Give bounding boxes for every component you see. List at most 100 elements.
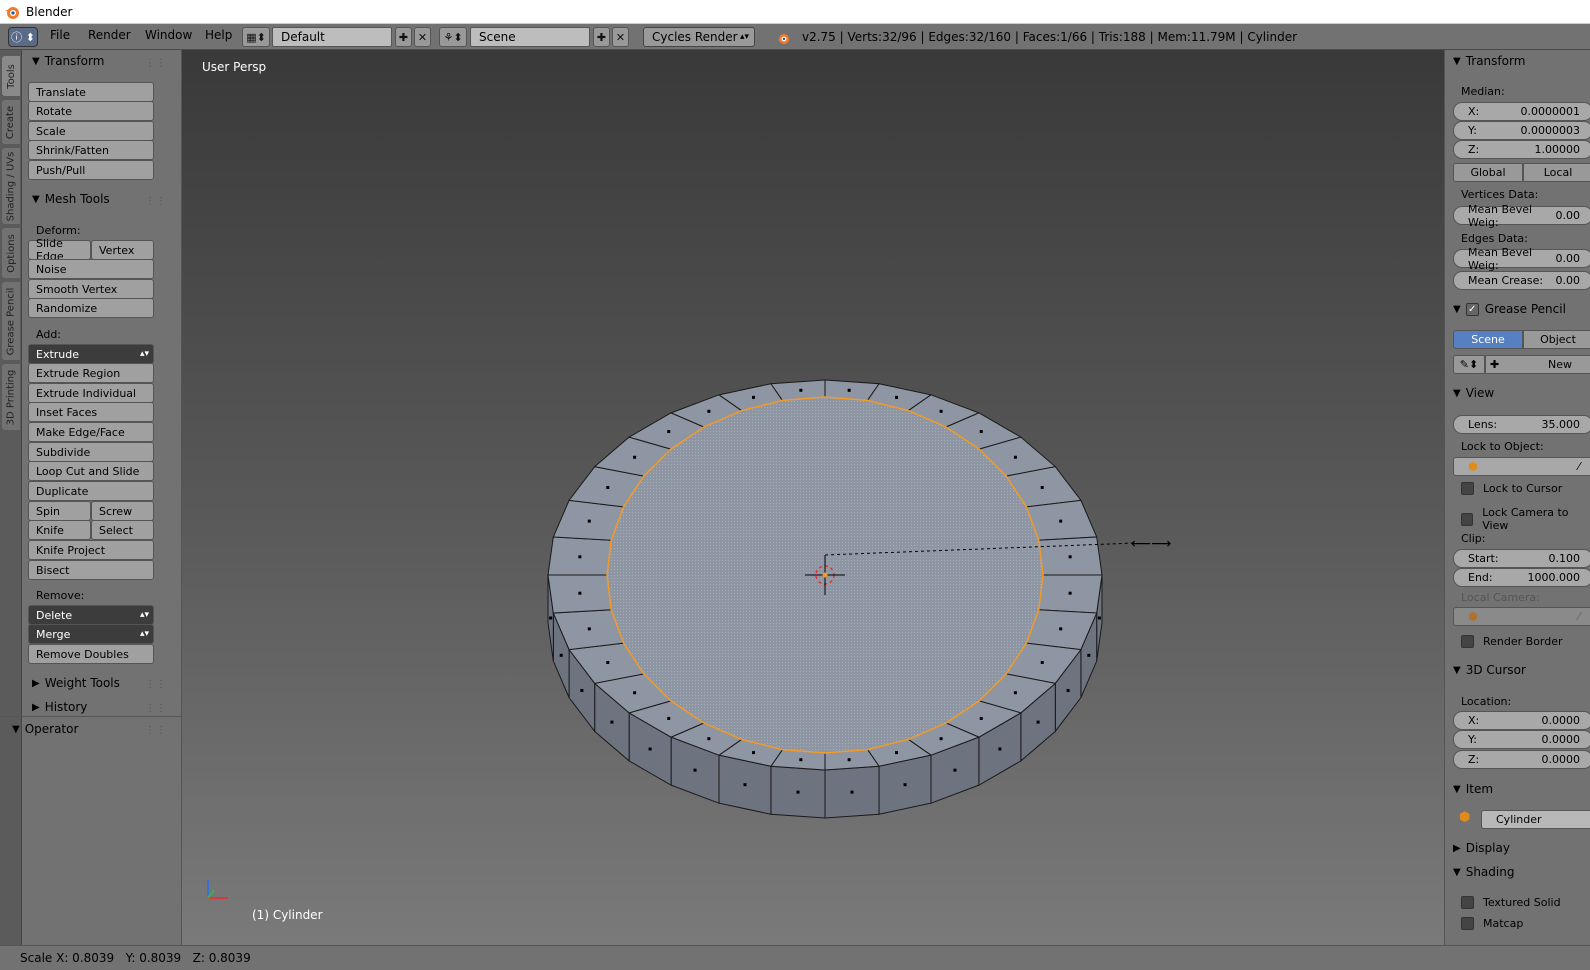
tab-create[interactable]: Create (2, 100, 20, 144)
transform-panel-header[interactable]: ▼ Transform (32, 54, 104, 68)
menu-window[interactable]: Window (145, 28, 192, 42)
display-panel-header[interactable]: ▶ Display (1453, 841, 1510, 855)
tab-3d-printing[interactable]: 3D Printing (2, 364, 20, 430)
drag-handle-icon[interactable]: ⋮⋮ (145, 58, 167, 69)
eyedropper-icon: ⁄ (1578, 460, 1580, 473)
lock-to-cursor-checkbox[interactable]: Lock to Cursor (1461, 482, 1562, 495)
delete-dropdown[interactable]: Delete ▴▾ (28, 605, 154, 625)
clip-start-field[interactable]: Start: 0.100 (1453, 549, 1590, 568)
inset-faces-button[interactable]: Inset Faces (28, 402, 154, 422)
gp-new-button[interactable]: ✚ New (1485, 355, 1590, 374)
shrink-fatten-button[interactable]: Shrink/Fatten (28, 140, 154, 160)
scene-name-field[interactable]: Scene (470, 27, 590, 47)
operator-panel-header[interactable]: ▼ Operator (12, 722, 78, 736)
scale-button[interactable]: Scale (28, 121, 154, 141)
object-cube-icon: ⬢ (1468, 610, 1478, 623)
cursor-x-field[interactable]: X: 0.0000 (1453, 711, 1590, 730)
local-toggle[interactable]: Local (1523, 163, 1590, 182)
push-pull-button[interactable]: Push/Pull (28, 160, 154, 180)
bisect-button[interactable]: Bisect (28, 560, 154, 580)
noise-button[interactable]: Noise (28, 259, 154, 279)
divider (0, 716, 182, 717)
tab-grease-pencil[interactable]: Grease Pencil (2, 282, 20, 360)
merge-dropdown[interactable]: Merge ▴▾ (28, 624, 154, 644)
median-z-field[interactable]: Z: 1.00000 (1453, 140, 1590, 159)
extrude-region-button[interactable]: Extrude Region (28, 363, 154, 383)
rotate-button[interactable]: Rotate (28, 101, 154, 121)
mean-bevel-weight-edge-field[interactable]: Mean Bevel Weig: 0.00 (1453, 246, 1590, 272)
lock-object-field[interactable]: ⬢ ⁄ (1453, 457, 1590, 476)
screen-layout-selector[interactable]: ▦⬍ (242, 27, 270, 47)
cylinder-mesh[interactable]: ⟵⟶ (182, 50, 1444, 945)
drag-handle-icon[interactable]: ⋮⋮ (145, 679, 167, 690)
screen-name-field[interactable]: Default (272, 27, 392, 47)
editor-type-button[interactable]: ⓘ ⬍ (8, 27, 38, 47)
item-panel-header[interactable]: ▼ Item (1453, 782, 1493, 796)
properties-region: ▼ Transform Median: X: 0.0000001 Y: 0.00000… (1444, 50, 1590, 945)
transform-properties-header[interactable]: ▼ Transform (1453, 54, 1525, 68)
vertex-slide-button[interactable]: Vertex (91, 240, 154, 260)
mean-crease-field[interactable]: Mean Crease: 0.00 (1453, 271, 1590, 290)
subdivide-button[interactable]: Subdivide (28, 442, 154, 462)
history-panel-header[interactable]: ▶ History (32, 700, 87, 714)
remove-doubles-button[interactable]: Remove Doubles (28, 644, 154, 664)
translate-button[interactable]: Translate (28, 82, 154, 102)
remove-screen-button[interactable]: ✕ (414, 27, 431, 47)
knife-select-button[interactable]: Select (91, 520, 154, 540)
3d-viewport[interactable]: User Persp ⟵⟶ (1) Cylinder (182, 50, 1444, 945)
remove-scene-button[interactable]: ✕ (612, 27, 629, 47)
slide-edge-button[interactable]: Slide Edge (28, 237, 91, 263)
face-dot (667, 716, 671, 720)
knife-project-button[interactable]: Knife Project (28, 540, 154, 560)
drag-handle-icon[interactable]: ⋮⋮ (145, 196, 167, 207)
spin-button[interactable]: Spin (28, 501, 91, 521)
3d-cursor-panel-header[interactable]: ▼ 3D Cursor (1453, 663, 1526, 677)
render-border-checkbox[interactable]: Render Border (1461, 635, 1563, 648)
gp-pencil-selector[interactable]: ✎⬍ (1453, 355, 1485, 374)
view-panel-header[interactable]: ▼ View (1453, 386, 1494, 400)
extrude-dropdown[interactable]: Extrude ▴▾ (28, 344, 154, 364)
menu-help[interactable]: Help (205, 28, 232, 42)
weight-tools-panel-header[interactable]: ▶ Weight Tools (32, 676, 120, 690)
tab-options[interactable]: Options (2, 228, 20, 278)
randomize-button[interactable]: Randomize (28, 298, 154, 318)
cursor-z-field[interactable]: Z: 0.0000 (1453, 750, 1590, 769)
lock-camera-to-view-checkbox[interactable]: Lock Camera to View (1461, 506, 1590, 532)
add-screen-button[interactable]: ✚ (395, 27, 412, 47)
object-cube-icon: ⬢ (1459, 810, 1471, 825)
local-camera-field[interactable]: ⬢ ⁄ (1453, 607, 1590, 626)
matcap-checkbox[interactable]: Matcap (1461, 917, 1523, 930)
cursor-y-field[interactable]: Y: 0.0000 (1453, 730, 1590, 749)
mean-bevel-weight-vertex-field[interactable]: Mean Bevel Weig: 0.00 (1453, 203, 1590, 229)
grease-pencil-checkbox[interactable]: ✓ (1465, 302, 1479, 316)
shading-panel-header[interactable]: ▼ Shading (1453, 865, 1514, 879)
make-edge-face-button[interactable]: Make Edge/Face (28, 422, 154, 442)
drag-handle-icon[interactable]: ⋮⋮ (145, 725, 167, 736)
lens-field[interactable]: Lens: 35.000 (1453, 415, 1590, 434)
drag-handle-icon[interactable]: ⋮⋮ (145, 703, 167, 714)
duplicate-button[interactable]: Duplicate (28, 481, 154, 501)
knife-button[interactable]: Knife (28, 520, 91, 540)
axis-gizmo-icon (207, 880, 228, 899)
mesh-tools-panel-header[interactable]: ▼ Mesh Tools (32, 192, 110, 206)
smooth-vertex-button[interactable]: Smooth Vertex (28, 279, 154, 299)
textured-solid-checkbox[interactable]: Textured Solid (1461, 896, 1561, 909)
object-name-field[interactable]: Cylinder (1481, 810, 1590, 829)
global-toggle[interactable]: Global (1453, 163, 1523, 182)
menu-file[interactable]: File (50, 28, 70, 42)
clip-end-field[interactable]: End: 1000.000 (1453, 568, 1590, 587)
median-x-field[interactable]: X: 0.0000001 (1453, 102, 1590, 121)
tab-shading-uvs[interactable]: Shading / UVs (2, 148, 20, 224)
median-y-field[interactable]: Y: 0.0000003 (1453, 121, 1590, 140)
extrude-individual-button[interactable]: Extrude Individual (28, 383, 154, 403)
gp-object-toggle[interactable]: Object (1523, 330, 1590, 349)
add-scene-button[interactable]: ✚ (593, 27, 610, 47)
grease-pencil-header[interactable]: ▼ ✓ Grease Pencil (1453, 302, 1566, 316)
render-engine-dropdown[interactable]: Cycles Render ▴▾ (643, 27, 755, 47)
loop-cut-button[interactable]: Loop Cut and Slide (28, 461, 154, 481)
gp-scene-toggle[interactable]: Scene (1453, 330, 1523, 349)
scene-selector[interactable]: ⚘⬍ (439, 27, 467, 47)
tab-tools[interactable]: Tools (2, 56, 20, 96)
screw-button[interactable]: Screw (91, 501, 154, 521)
menu-render[interactable]: Render (88, 28, 131, 42)
